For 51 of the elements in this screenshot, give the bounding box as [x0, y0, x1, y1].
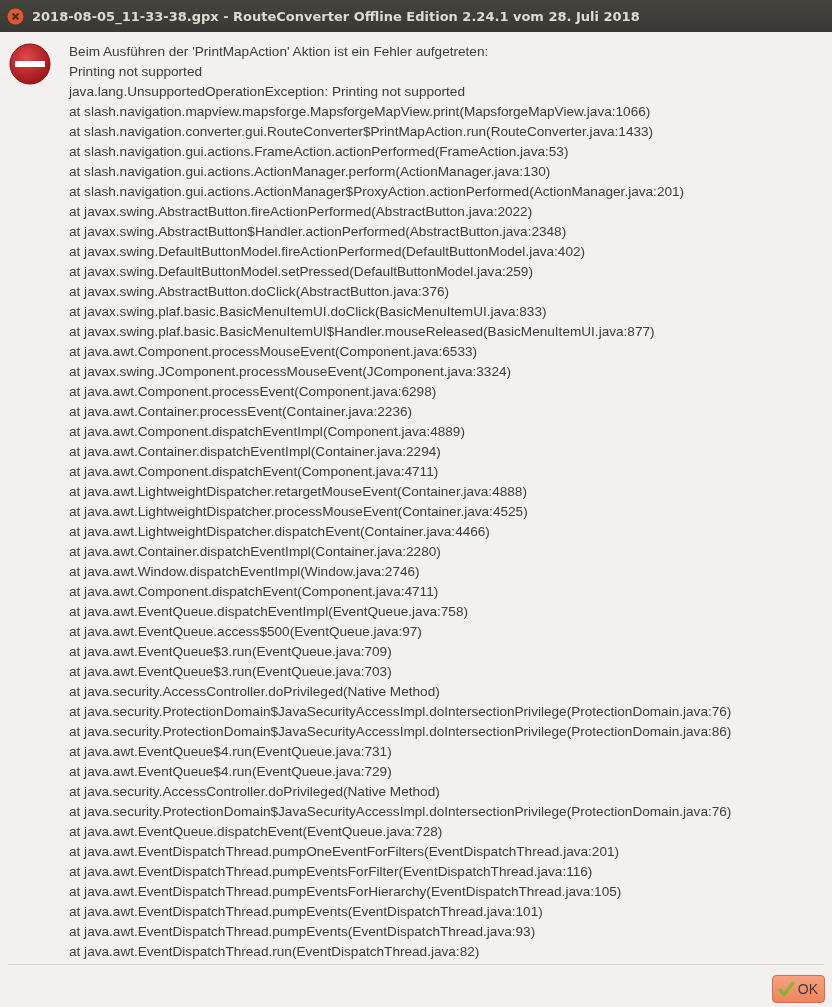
- message-line: at java.awt.Component.dispatchEventImpl(Component.java:4889): [69, 423, 466, 441]
- message-line: at java.awt.EventDispatchThread.pumpEvents(EventDispatchThread.java:93): [69, 923, 537, 941]
- message-line: at javax.swing.AbstractButton.fireActionPerformed(AbstractButton.java:2022): [69, 203, 534, 221]
- message-line: at javax.swing.plaf.basic.BasicMenuItemUI.doClick(BasicMenuItemUI.java:833): [69, 303, 548, 321]
- message-line: at javax.swing.AbstractButton.doClick(AbstractButton.java:376): [69, 283, 451, 301]
- message-line: Printing not supported: [69, 63, 203, 81]
- close-icon[interactable]: [7, 7, 24, 25]
- message-line: at java.awt.LightweightDispatcher.retargetMouseEvent(Container.java:4888): [69, 483, 528, 501]
- message-line: at java.awt.Container.dispatchEventImpl(Container.java:2294): [69, 443, 442, 461]
- message-line: at javax.swing.plaf.basic.BasicMenuItemUI$Handler.mouseReleased(BasicMenuItemUI.java:877): [69, 323, 656, 341]
- message-line: Beim Ausführen der 'PrintMapAction' Aktion ist ein Fehler aufgetreten:: [69, 43, 490, 61]
- message-line: at java.awt.EventDispatchThread.pumpOneEventForFilters(EventDispatchThread.java:201): [69, 843, 621, 861]
- message-line: at java.security.ProtectionDomain$JavaSecurityAccessImpl.doIntersectionPrivilege(ProtectionDomain.java:86): [69, 723, 732, 741]
- message-line: at java.awt.EventQueue$4.run(EventQueue.java:731): [69, 743, 393, 761]
- message-line: at javax.swing.DefaultButtonModel.setPressed(DefaultButtonModel.java:259): [69, 263, 534, 281]
- message-line: at slash.navigation.mapview.mapsforge.MapsforgeMapView.print(MapsforgeMapView.java:1066): [69, 103, 652, 121]
- message-line: at java.awt.Component.dispatchEvent(Component.java:4711): [69, 583, 440, 601]
- message-line: at java.awt.EventDispatchThread.run(EventDispatchThread.java:82): [69, 943, 481, 961]
- message-line: java.lang.UnsupportedOperationException: Printing not supported: [69, 83, 466, 101]
- message-line: at java.security.ProtectionDomain$JavaSecurityAccessImpl.doIntersectionPrivilege(ProtectionDomain.java:76): [69, 803, 732, 821]
- message-line: at slash.navigation.gui.actions.ActionManager$ProxyAction.actionPerformed(ActionManager.java:201): [69, 183, 686, 201]
- message-line: at java.awt.EventQueue$3.run(EventQueue.java:709): [69, 643, 393, 661]
- message-line: at java.awt.EventQueue.dispatchEventImpl(EventQueue.java:758): [69, 603, 469, 621]
- message-line: at java.awt.EventDispatchThread.pumpEvents(EventDispatchThread.java:101): [69, 903, 544, 921]
- message-line: at java.awt.EventQueue.dispatchEvent(EventQueue.java:728): [69, 823, 444, 841]
- message-line: at slash.navigation.gui.actions.FrameAction.actionPerformed(FrameAction.java:53): [69, 143, 570, 161]
- message-line: at java.awt.EventDispatchThread.pumpEventsForHierarchy(EventDispatchThread.java:105): [69, 883, 623, 901]
- message-line: at java.awt.EventQueue.access$500(EventQueue.java:97): [69, 623, 423, 641]
- message-line: at java.awt.EventDispatchThread.pumpEventsForFilter(EventDispatchThread.java:116): [69, 863, 594, 881]
- message-line: at java.security.AccessController.doPrivileged(Native Method): [69, 683, 441, 701]
- message-line: at java.awt.EventQueue$4.run(EventQueue.java:729): [69, 763, 393, 781]
- message-line: at javax.swing.DefaultButtonModel.fireActionPerformed(DefaultButtonModel.java:402): [69, 243, 587, 261]
- message-line: at slash.navigation.gui.actions.ActionManager.perform(ActionManager.java:130): [69, 163, 552, 181]
- message-line: at java.awt.Container.processEvent(Container.java:2236): [69, 403, 414, 421]
- message-line: at java.awt.Container.dispatchEventImpl(Container.java:2280): [69, 543, 442, 561]
- message-line: at java.awt.Component.processMouseEvent(Component.java:6533): [69, 343, 479, 361]
- checkmark-icon: [777, 980, 795, 998]
- message-line: at java.awt.LightweightDispatcher.processMouseEvent(Container.java:4525): [69, 503, 529, 521]
- window-title: 2018-08-05_11-33-38.gpx - RouteConverter Offline Edition 2.24.1 vom 28. Juli 2018: [32, 8, 640, 24]
- message-line: at java.awt.LightweightDispatcher.dispatchEvent(Container.java:4466): [69, 523, 491, 541]
- message-line: at java.awt.EventQueue$3.run(EventQueue.java:703): [69, 663, 393, 681]
- message-line: at javax.swing.AbstractButton$Handler.actionPerformed(AbstractButton.java:2348): [69, 223, 568, 241]
- message-line: at java.awt.Component.processEvent(Component.java:6298): [69, 383, 438, 401]
- ok-button[interactable]: OK: [771, 975, 825, 1003]
- message-line: at java.awt.Component.dispatchEvent(Component.java:4711): [69, 463, 440, 481]
- message-line: at javax.swing.JComponent.processMouseEvent(JComponent.java:3324): [69, 363, 513, 381]
- message-line: at java.security.AccessController.doPrivileged(Native Method): [69, 783, 441, 801]
- error-icon: [8, 42, 52, 86]
- message-line: at slash.navigation.converter.gui.RouteConverter$PrintMapAction.run(RouteConverter.java:1433): [69, 123, 655, 141]
- message-line: at java.security.ProtectionDomain$JavaSecurityAccessImpl.doIntersectionPrivilege(ProtectionDomain.java:76): [69, 703, 732, 721]
- message-line: at java.awt.Window.dispatchEventImpl(Window.java:2746): [69, 563, 421, 581]
